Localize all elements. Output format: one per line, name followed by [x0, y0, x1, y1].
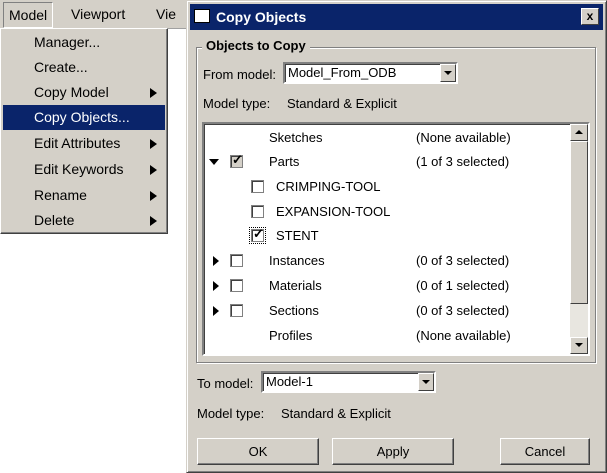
menu-item-manager[interactable]: Manager... — [3, 30, 165, 55]
menu-model[interactable]: Model — [3, 2, 54, 28]
apply-button[interactable]: Apply — [332, 438, 454, 465]
menu-item-create[interactable]: Create... — [3, 55, 165, 80]
tree-item-name: Sections — [269, 303, 319, 318]
window-icon — [194, 9, 210, 23]
menu-view[interactable]: Vie — [150, 0, 186, 28]
check-mark-icon: ✓ — [232, 152, 243, 167]
scroll-up-button[interactable] — [570, 124, 588, 141]
menu-bar: Model Viewport Vie — [0, 0, 186, 29]
group-title: Objects to Copy — [202, 38, 310, 54]
close-icon: x — [586, 9, 594, 23]
tree-item-name: STENT — [276, 228, 319, 243]
parts-checkbox[interactable]: ✓ — [230, 152, 243, 168]
submenu-arrow-icon — [150, 139, 157, 149]
dropdown-arrow-icon[interactable] — [418, 373, 434, 391]
tree-row-profiles[interactable]: Profiles (None available) — [204, 324, 570, 348]
model-type-value: Standard & Explicit — [287, 96, 397, 111]
expand-arrow-icon[interactable] — [213, 281, 219, 291]
tree-item-name: CRIMPING-TOOL — [276, 179, 381, 194]
model-type-label: Model type: — [203, 96, 271, 111]
menu-item-label: Copy Model — [34, 84, 109, 100]
tree-row-crimping-tool[interactable]: CRIMPING-TOOL — [204, 175, 570, 199]
to-model-label: To model: — [197, 376, 254, 391]
from-model-select[interactable]: Model_From_ODB — [283, 62, 458, 84]
tree-item-name: Instances — [269, 253, 325, 268]
dropdown-arrow-icon[interactable] — [440, 64, 456, 82]
tree-row-parts[interactable]: ✓ Parts (1 of 3 selected) — [204, 150, 570, 174]
menu-viewport-label: Viewport — [71, 6, 126, 22]
close-button[interactable]: x — [581, 8, 599, 25]
tree-item-status: (1 of 3 selected) — [416, 154, 510, 169]
tree-item-status: (0 of 1 selected) — [416, 278, 510, 293]
tree-item-name: Profiles — [269, 328, 313, 343]
tree-item-name: Materials — [269, 278, 322, 293]
expand-arrow-icon[interactable] — [213, 256, 219, 266]
menu-viewport[interactable]: Viewport — [66, 0, 130, 28]
tree-row-stent[interactable]: ✓ STENT — [204, 224, 570, 248]
cancel-button[interactable]: Cancel — [500, 438, 590, 465]
tree-item-status: (None available) — [416, 130, 511, 145]
tree-row-sections[interactable]: Sections (0 of 3 selected) — [204, 299, 570, 323]
materials-checkbox[interactable] — [230, 279, 243, 292]
sections-checkbox[interactable] — [230, 304, 243, 317]
model-menu-dropdown: Manager... Create... Copy Model Copy Obj… — [0, 28, 168, 234]
menu-item-edit-attributes[interactable]: Edit Attributes — [3, 131, 165, 156]
scroll-down-button[interactable] — [570, 337, 588, 354]
menu-item-label: Rename — [34, 187, 87, 203]
menu-item-rename[interactable]: Rename — [3, 183, 165, 208]
dialog-title: Copy Objects — [216, 9, 307, 25]
submenu-arrow-icon — [150, 88, 157, 98]
tree-item-status: (None available) — [416, 328, 511, 343]
model-type-label-2: Model type: — [197, 406, 265, 421]
ok-button[interactable]: OK — [197, 438, 319, 465]
submenu-arrow-icon — [150, 165, 157, 175]
tree-item-status: (0 of 3 selected) — [416, 253, 510, 268]
tree-item-status: (0 of 3 selected) — [416, 303, 510, 318]
menu-item-copy-objects[interactable]: Copy Objects... — [3, 105, 165, 130]
tree-item-name: EXPANSION-TOOL — [276, 204, 391, 219]
ok-label: OK — [248, 444, 268, 459]
tree-row-materials[interactable]: Materials (0 of 1 selected) — [204, 274, 570, 298]
menu-item-copy-model[interactable]: Copy Model — [3, 80, 165, 105]
from-model-value: Model_From_ODB — [288, 65, 397, 80]
menu-item-label: Edit Attributes — [34, 135, 121, 151]
menu-item-label: Copy Objects... — [34, 109, 130, 125]
from-model-label: From model: — [203, 67, 276, 82]
copy-objects-dialog: Copy Objects x Objects to Copy From mode… — [186, 0, 607, 473]
vertical-scrollbar[interactable] — [570, 124, 588, 354]
expansion-tool-checkbox[interactable] — [251, 205, 264, 218]
stent-checkbox[interactable]: ✓ — [249, 226, 266, 244]
menu-item-label: Manager... — [34, 34, 101, 50]
tree-row-instances[interactable]: Instances (0 of 3 selected) — [204, 249, 570, 273]
to-model-value: Model-1 — [266, 374, 313, 389]
apply-label: Apply — [376, 444, 410, 459]
submenu-arrow-icon — [150, 216, 157, 226]
menu-item-delete[interactable]: Delete — [3, 208, 165, 233]
scroll-thumb[interactable] — [570, 141, 588, 304]
check-mark-icon: ✓ — [253, 226, 264, 241]
instances-checkbox[interactable] — [230, 254, 243, 267]
tree-item-name: Parts — [269, 154, 300, 169]
submenu-arrow-icon — [150, 191, 157, 201]
menu-item-edit-keywords[interactable]: Edit Keywords — [3, 157, 165, 182]
tree-item-name: Sketches — [269, 130, 323, 145]
dialog-title-bar[interactable]: Copy Objects x — [190, 4, 603, 30]
menu-model-label: Model — [9, 7, 48, 23]
cancel-label: Cancel — [524, 444, 566, 459]
model-type-value-2: Standard & Explicit — [281, 406, 391, 421]
to-model-select[interactable]: Model-1 — [261, 371, 436, 393]
object-tree[interactable]: Sketches (None available) ✓ Parts (1 of … — [202, 122, 590, 356]
expand-arrow-icon[interactable] — [213, 306, 219, 316]
menu-item-label: Edit Keywords — [34, 161, 124, 177]
menu-view-label: Vie — [156, 6, 176, 22]
menu-item-label: Create... — [34, 59, 88, 75]
crimping-tool-checkbox[interactable] — [251, 180, 264, 193]
tree-row-expansion-tool[interactable]: EXPANSION-TOOL — [204, 200, 570, 224]
menu-item-label: Delete — [34, 212, 75, 228]
collapse-arrow-icon[interactable] — [209, 159, 219, 165]
tree-row-sketches[interactable]: Sketches (None available) — [204, 126, 570, 150]
